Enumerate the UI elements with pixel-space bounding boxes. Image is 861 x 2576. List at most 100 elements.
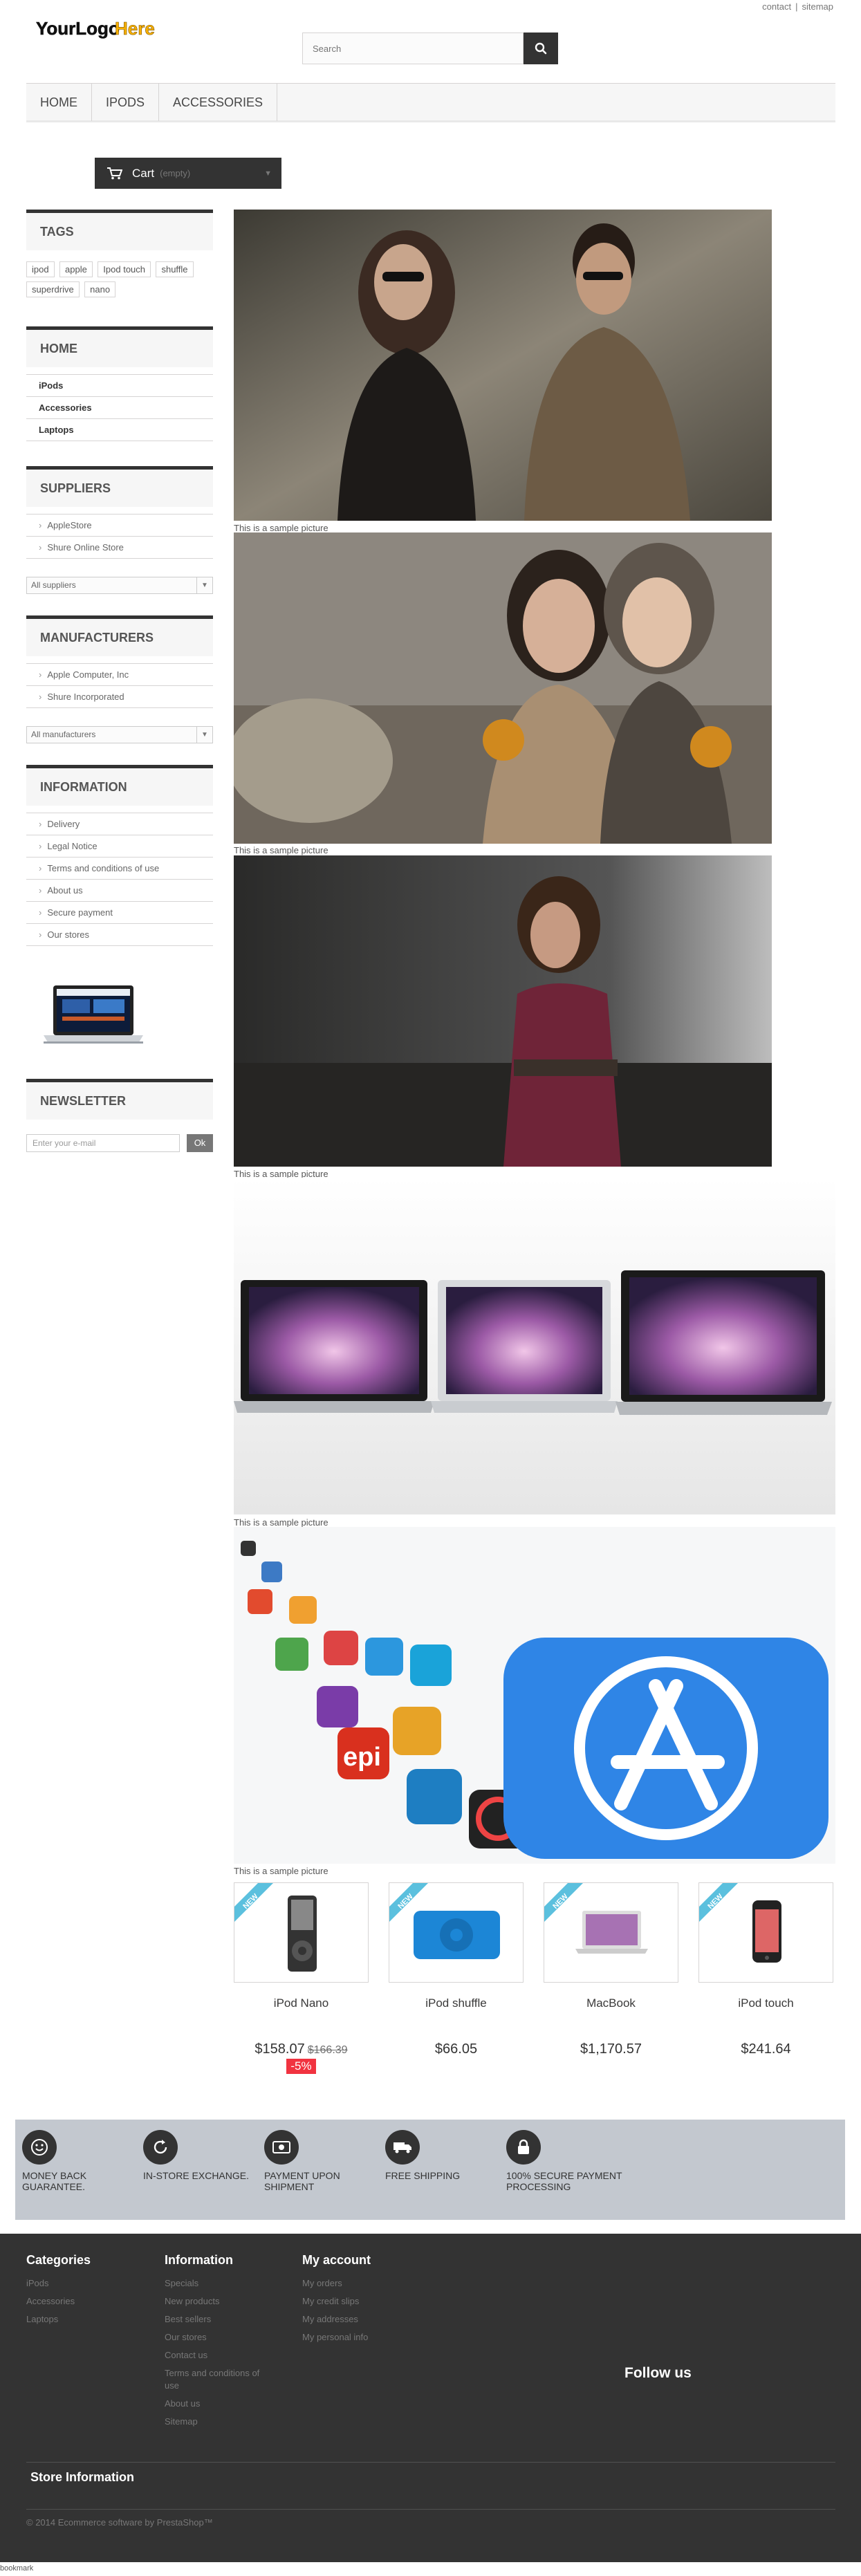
- status-bar-text: bookmark: [0, 2564, 34, 2573]
- sample-picture-2[interactable]: [234, 532, 772, 844]
- product-card[interactable]: NEW iPod Nano $158.07 $166.39 -5%: [234, 1882, 369, 2074]
- category-accessories[interactable]: Accessories: [26, 397, 213, 419]
- product-image[interactable]: NEW: [234, 1882, 369, 1983]
- footer-account-title[interactable]: My account: [302, 2253, 441, 2268]
- supplier-item[interactable]: › AppleStore: [26, 515, 213, 537]
- cart-icon: [107, 167, 122, 179]
- footer-link[interactable]: Contact us: [165, 2346, 275, 2364]
- supplier-select[interactable]: All suppliers ▼: [26, 577, 213, 594]
- newsletter-email-input[interactable]: Enter your e-mail: [26, 1134, 180, 1152]
- info-label: Delivery: [47, 819, 80, 829]
- left-banner[interactable]: [38, 982, 149, 1048]
- product-name[interactable]: MacBook: [544, 1996, 678, 2010]
- footer-link[interactable]: My orders: [302, 2274, 441, 2292]
- tag-superdrive[interactable]: superdrive: [26, 281, 80, 297]
- tag-apple[interactable]: apple: [59, 261, 93, 277]
- product-card[interactable]: NEW iPod touch $241.64: [698, 1882, 833, 2057]
- manufacturer-label: Apple Computer, Inc: [47, 669, 129, 680]
- newsletter-title: NEWSLETTER: [26, 1079, 213, 1120]
- product-price-row: $241.64: [698, 2041, 833, 2057]
- info-label: About us: [47, 885, 83, 896]
- product-name[interactable]: iPod touch: [698, 1996, 833, 2010]
- sitemap-link[interactable]: sitemap: [802, 1, 833, 12]
- menu-item-ipods[interactable]: IPODS: [92, 84, 160, 121]
- tag-nano[interactable]: nano: [84, 281, 116, 297]
- footer-link[interactable]: My addresses: [302, 2310, 441, 2328]
- truck-icon: [385, 2130, 420, 2165]
- sample-picture-1[interactable]: [234, 210, 772, 521]
- footer-link[interactable]: About us: [165, 2395, 275, 2413]
- suppliers-title[interactable]: SUPPLIERS: [26, 466, 213, 507]
- manufacturer-select[interactable]: All manufacturers ▼: [26, 726, 213, 743]
- product-image[interactable]: NEW: [698, 1882, 833, 1983]
- product-name[interactable]: iPod shuffle: [389, 1996, 524, 2010]
- refresh-icon: [143, 2130, 178, 2165]
- manufacturers-title[interactable]: MANUFACTURERS: [26, 615, 213, 656]
- chevron-right-icon: ›: [39, 929, 42, 940]
- manufacturer-item[interactable]: › Apple Computer, Inc: [26, 664, 213, 686]
- sample-picture-3[interactable]: [234, 855, 772, 1167]
- sample-picture-4[interactable]: [234, 1178, 835, 1514]
- chevron-right-icon: ›: [39, 669, 42, 680]
- supplier-label: Shure Online Store: [47, 542, 124, 553]
- info-item-about[interactable]: › About us: [26, 880, 213, 902]
- tag-ipod-touch[interactable]: Ipod touch: [98, 261, 151, 277]
- footer-link[interactable]: Accessories: [26, 2292, 151, 2310]
- sample-picture-5[interactable]: epi: [234, 1527, 835, 1864]
- product-card[interactable]: NEW iPod shuffle $66.05: [389, 1882, 524, 2057]
- supplier-item[interactable]: › Shure Online Store: [26, 537, 213, 559]
- logo-graphic: YourLogo Here: [33, 18, 165, 39]
- top-links: contact | sitemap: [762, 1, 833, 12]
- footer-link[interactable]: New products: [165, 2292, 275, 2310]
- footer-link[interactable]: Terms and conditions of use: [165, 2364, 275, 2395]
- new-ribbon-icon: NEW: [699, 1883, 738, 1922]
- site-logo[interactable]: YourLogo Here: [33, 14, 165, 41]
- main-menu: HOME IPODS ACCESSORIES: [26, 83, 835, 122]
- manufacturer-item[interactable]: › Shure Incorporated: [26, 686, 213, 708]
- info-label: Our stores: [47, 929, 90, 940]
- footer-link[interactable]: Sitemap: [165, 2413, 275, 2431]
- information-title[interactable]: INFORMATION: [26, 765, 213, 806]
- footer-link[interactable]: Our stores: [165, 2328, 275, 2346]
- search-input[interactable]: [303, 33, 530, 64]
- info-item-legal[interactable]: › Legal Notice: [26, 835, 213, 858]
- svg-text:Here: Here: [115, 18, 155, 39]
- copyright[interactable]: © 2014 Ecommerce software by PrestaShop™: [26, 2517, 213, 2528]
- supplier-select-value: All suppliers: [31, 580, 76, 590]
- tag-cloud: ipod apple Ipod touch shuffle superdrive…: [26, 250, 213, 302]
- chevron-right-icon: ›: [39, 692, 42, 702]
- tag-shuffle[interactable]: shuffle: [156, 261, 194, 277]
- menu-item-home[interactable]: HOME: [26, 84, 92, 121]
- product-image[interactable]: NEW: [389, 1882, 524, 1983]
- menu-item-accessories[interactable]: ACCESSORIES: [159, 84, 278, 121]
- product-name[interactable]: iPod Nano: [234, 1996, 369, 2010]
- manufacturers-block: MANUFACTURERS › Apple Computer, Inc › Shur…: [26, 615, 213, 743]
- cart-button[interactable]: Cart (empty) ▼: [95, 158, 281, 189]
- info-item-stores[interactable]: › Our stores: [26, 924, 213, 946]
- footer-categories-title[interactable]: Categories: [26, 2253, 151, 2268]
- product-price: $158.07: [254, 2041, 305, 2057]
- info-item-delivery[interactable]: › Delivery: [26, 813, 213, 835]
- picture-caption: This is a sample picture: [234, 845, 328, 855]
- chevron-right-icon: ›: [39, 885, 42, 896]
- product-old-price: $166.39: [307, 2044, 348, 2056]
- tag-ipod[interactable]: ipod: [26, 261, 55, 277]
- info-item-secure-payment[interactable]: › Secure payment: [26, 902, 213, 924]
- new-badge: NEW: [234, 1883, 275, 1923]
- footer-link[interactable]: Specials: [165, 2274, 275, 2292]
- info-item-terms[interactable]: › Terms and conditions of use: [26, 858, 213, 880]
- contact-link[interactable]: contact: [762, 1, 791, 12]
- product-image[interactable]: NEW: [544, 1882, 678, 1983]
- search-button[interactable]: [524, 33, 558, 64]
- footer-information-title: Information: [165, 2253, 233, 2267]
- footer-link[interactable]: My personal info: [302, 2328, 441, 2346]
- newsletter-submit-button[interactable]: Ok: [187, 1134, 213, 1152]
- category-laptops[interactable]: Laptops: [26, 419, 213, 441]
- footer-link[interactable]: iPods: [26, 2274, 151, 2292]
- category-ipods[interactable]: iPods: [26, 375, 213, 397]
- footer-link[interactable]: Best sellers: [165, 2310, 275, 2328]
- product-card[interactable]: NEW MacBook $1,170.57: [544, 1882, 678, 2057]
- footer-link[interactable]: Laptops: [26, 2310, 151, 2328]
- footer-link[interactable]: My credit slips: [302, 2292, 441, 2310]
- categories-title[interactable]: HOME: [26, 326, 213, 367]
